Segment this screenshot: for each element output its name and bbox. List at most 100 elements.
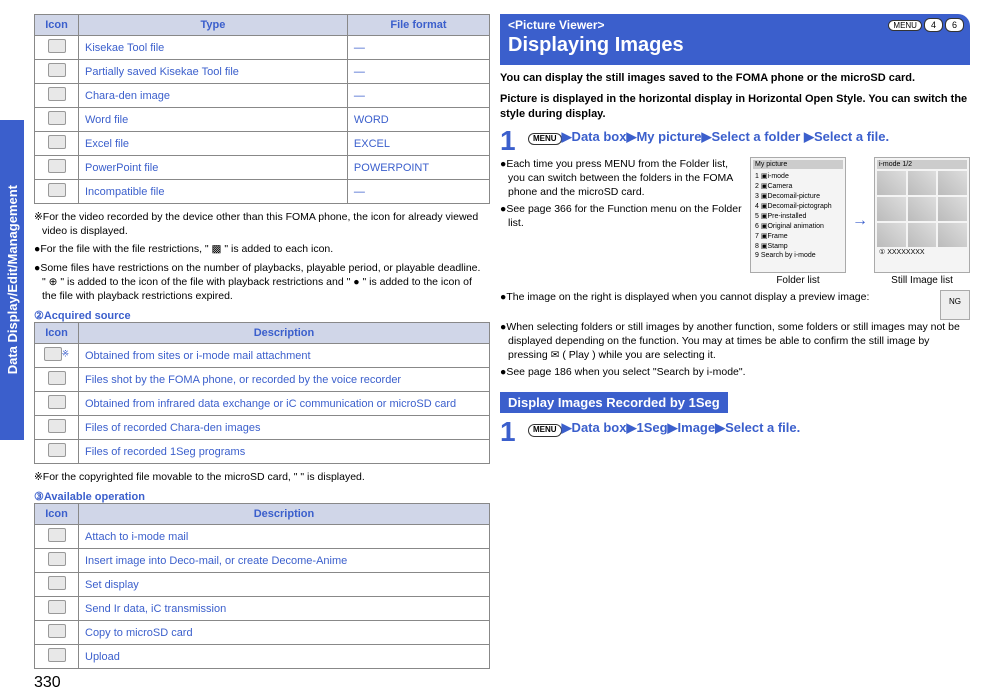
table-row: Partially saved Kisekae Tool file—	[35, 60, 490, 84]
step-number: 1	[500, 128, 528, 153]
folder-list-screen: My picture 1 ▣i-mode 2 ▣Camera 3 ▣Decoma…	[750, 157, 846, 273]
table-row: Word fileWORD	[35, 108, 490, 132]
cell-fmt: —	[347, 60, 489, 84]
file-icon	[48, 183, 66, 197]
list-item: 4 ▣Decomail-pictograph	[753, 201, 843, 211]
folder-list-wrap: My picture 1 ▣i-mode 2 ▣Camera 3 ▣Decoma…	[750, 157, 846, 286]
note-movable: ※For the copyrighted file movable to the…	[34, 468, 490, 486]
table-row: Kisekae Tool file—	[35, 36, 490, 60]
thumbnail	[908, 197, 937, 221]
file-icon	[48, 63, 66, 77]
cell-type: Word file	[79, 108, 348, 132]
step-1-detail: ●Each time you press MENU from the Folde…	[500, 157, 970, 286]
more-bullets: ●When selecting folders or still images …	[500, 320, 970, 380]
menu-key-icon: MENU	[528, 133, 562, 146]
col-format-header: File format	[347, 15, 489, 36]
page-content: Icon Type File format Kisekae Tool file—…	[0, 0, 1004, 673]
step-path: ▶Data box▶My picture▶Select a folder ▶Se…	[562, 129, 890, 144]
step-body: MENU▶Data box▶1Seg▶Image▶Select a file.	[528, 419, 970, 437]
cell-desc: Copy to microSD card	[79, 621, 490, 645]
table-row: ※Obtained from sites or i-mode mail atta…	[35, 344, 490, 368]
cell-desc: Send Ir data, iC transmission	[79, 597, 490, 621]
source-icon	[48, 443, 66, 457]
preview-note-row: ●The image on the right is displayed whe…	[500, 290, 970, 320]
list-item: 1 ▣i-mode	[753, 171, 843, 181]
feature-banner: MENU 4 6 <Picture Viewer> Displaying Ima…	[500, 14, 970, 65]
ng-preview-icon: NG	[940, 290, 970, 320]
still-image-wrap: i-mode 1/2 ① XXXXXXXX Sti	[874, 157, 970, 286]
cell-fmt: —	[347, 84, 489, 108]
table-row: Incompatible file—	[35, 180, 490, 204]
step-path: ▶Data box▶1Seg▶Image▶Select a file.	[562, 420, 801, 435]
cell-fmt: WORD	[347, 108, 489, 132]
available-operation-table: Icon Description Attach to i-mode mail I…	[34, 503, 490, 669]
banner-title: Displaying Images	[508, 34, 962, 57]
thumbnail	[938, 197, 967, 221]
thumbnail	[877, 171, 906, 195]
cell-desc: Files of recorded 1Seg programs	[79, 440, 490, 464]
acquired-source-table: Icon Description ※Obtained from sites or…	[34, 322, 490, 464]
screen-title: My picture	[753, 160, 843, 169]
note-restriction: ●For the file with the file restrictions…	[34, 240, 490, 258]
col-desc-header: Description	[79, 323, 490, 344]
source-icon	[48, 371, 66, 385]
thumbnail	[877, 197, 906, 221]
table-row: Files of recorded 1Seg programs	[35, 440, 490, 464]
table-row: Obtained from infrared data exchange or …	[35, 392, 490, 416]
key-6-icon: 6	[945, 18, 964, 32]
cell-type: Excel file	[79, 132, 348, 156]
table-row: PowerPoint filePOWERPOINT	[35, 156, 490, 180]
table-row: Copy to microSD card	[35, 621, 490, 645]
bullet: ●See page 186 when you select "Search by…	[508, 365, 970, 379]
mark: ※	[62, 348, 70, 358]
shortcut-keys: MENU 4 6	[888, 18, 964, 32]
lead-text-2: Picture is displayed in the horizontal d…	[500, 92, 970, 122]
menu-key-icon: MENU	[528, 424, 562, 437]
file-icon	[48, 39, 66, 53]
note-video: ※For the video recorded by the device ot…	[34, 208, 490, 240]
col-icon-header: Icon	[35, 15, 79, 36]
bullet: ●When selecting folders or still images …	[508, 320, 970, 363]
cell-type: Chara-den image	[79, 84, 348, 108]
step-1: 1 MENU▶Data box▶My picture▶Select a fold…	[500, 128, 970, 153]
cell-desc: Set display	[79, 573, 490, 597]
cell-type: PowerPoint file	[79, 156, 348, 180]
section-tab: Data Display/Edit/Management	[0, 120, 24, 440]
source-icon	[48, 419, 66, 433]
list-item: 8 ▣Stamp	[753, 241, 843, 251]
thumbnail	[908, 171, 937, 195]
step-2: 1 MENU▶Data box▶1Seg▶Image▶Select a file…	[500, 419, 970, 444]
table-row: Set display	[35, 573, 490, 597]
preview-note-text: ●The image on the right is displayed whe…	[500, 290, 934, 307]
still-image-screen: i-mode 1/2 ① XXXXXXXX	[874, 157, 970, 273]
cell-desc: Files shot by the FOMA phone, or recorde…	[79, 368, 490, 392]
op-icon	[48, 600, 66, 614]
left-column: Icon Type File format Kisekae Tool file—…	[0, 8, 490, 673]
list-item: 3 ▣Decomail-picture	[753, 191, 843, 201]
list-item: 2 ▣Camera	[753, 181, 843, 191]
key-4-icon: 4	[924, 18, 943, 32]
file-icon	[48, 111, 66, 125]
step-body: MENU▶Data box▶My picture▶Select a folder…	[528, 128, 970, 146]
list-item: 9 Search by i-mode	[753, 251, 843, 260]
cell-desc: Insert image into Deco-mail, or create D…	[79, 549, 490, 573]
thumbnail	[908, 223, 937, 247]
cell-type: Kisekae Tool file	[79, 36, 348, 60]
cell-fmt: —	[347, 180, 489, 204]
section-tab-label: Data Display/Edit/Management	[5, 185, 20, 374]
file-icon	[48, 87, 66, 101]
op-icon	[48, 528, 66, 542]
table-row: Attach to i-mode mail	[35, 525, 490, 549]
file-icon	[48, 159, 66, 173]
image-caption: ① XXXXXXXX	[877, 247, 967, 257]
folder-list-caption: Folder list	[750, 275, 846, 286]
file-type-table: Icon Type File format Kisekae Tool file—…	[34, 14, 490, 204]
op-icon	[48, 648, 66, 662]
cell-fmt: POWERPOINT	[347, 156, 489, 180]
cell-desc: Attach to i-mode mail	[79, 525, 490, 549]
thumbnail	[877, 223, 906, 247]
source-icon	[44, 347, 62, 361]
heading-acquired-source: ②Acquired source	[34, 309, 490, 322]
still-image-caption: Still Image list	[874, 275, 970, 286]
thumbnail	[938, 223, 967, 247]
